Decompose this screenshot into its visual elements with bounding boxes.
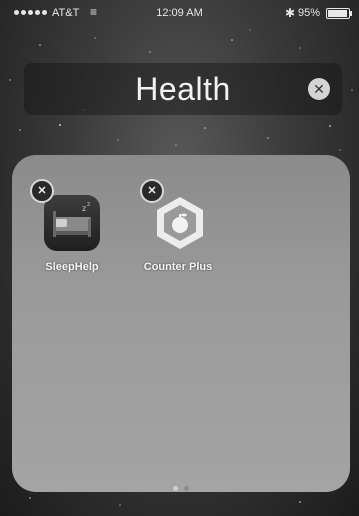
app-label: SleepHelp bbox=[45, 261, 99, 273]
home-screen: AT&T ≡ 12:09 AM ✱ 95% Health ✕ z z ✕ Sle… bbox=[0, 0, 359, 516]
page-dot bbox=[184, 486, 189, 491]
svg-text:z: z bbox=[82, 204, 86, 213]
folder-name-field[interactable]: Health ✕ bbox=[24, 63, 342, 115]
app-label: Counter Plus bbox=[143, 261, 213, 273]
delete-x-icon[interactable]: ✕ bbox=[140, 179, 164, 203]
page-indicator[interactable] bbox=[12, 486, 350, 491]
page-dot-active bbox=[173, 486, 178, 491]
sleephelp-app-icon[interactable]: z z bbox=[44, 195, 100, 251]
bluetooth-icon: ✱ bbox=[285, 6, 296, 20]
battery-icon bbox=[326, 8, 352, 19]
folder-panel: z z ✕ SleepHelp ✕ Counter Plus bbox=[12, 155, 350, 492]
counter-plus-app-icon[interactable] bbox=[150, 193, 206, 249]
delete-x-icon[interactable]: ✕ bbox=[30, 179, 54, 203]
folder-title[interactable]: Health bbox=[24, 71, 342, 108]
svg-text:z: z bbox=[87, 201, 90, 208]
status-bar: AT&T ≡ 12:09 AM ✱ 95% bbox=[0, 0, 359, 30]
clear-icon[interactable]: ✕ bbox=[308, 78, 330, 100]
battery-percent: 95% bbox=[298, 7, 321, 19]
